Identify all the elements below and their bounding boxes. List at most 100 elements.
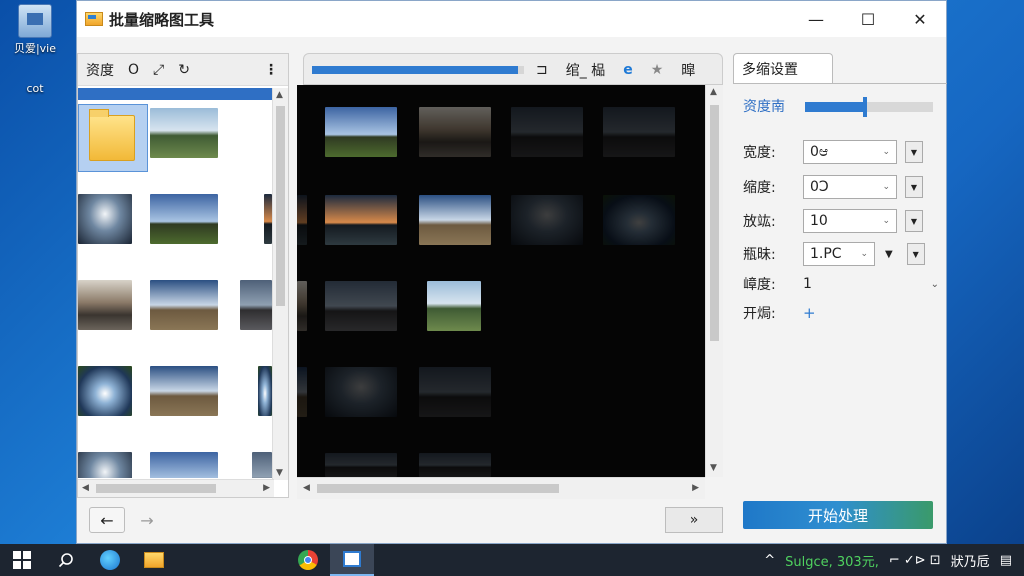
search-icon[interactable] bbox=[44, 544, 88, 576]
scroll-down-icon[interactable]: ▼ bbox=[276, 468, 283, 478]
scale-select[interactable]: 0Ↄ ⌄ bbox=[803, 175, 897, 199]
expand-icon[interactable]: ⤢ bbox=[153, 62, 164, 78]
width-select[interactable]: 0ಆ ⌄ bbox=[803, 140, 897, 164]
preview-thumbnail[interactable] bbox=[325, 367, 397, 417]
format-value: 1.PC bbox=[810, 246, 842, 262]
tab-settings[interactable]: 多缩设置 bbox=[733, 53, 833, 83]
preview-vertical-scrollbar[interactable]: ▲ ▼ bbox=[705, 85, 723, 477]
preview-horizontal-scrollbar[interactable]: ◀ ▶ bbox=[297, 477, 705, 499]
image-thumbnail[interactable] bbox=[78, 366, 132, 416]
preview-thumbnail[interactable] bbox=[511, 107, 583, 157]
clock[interactable]: 狀乃卮 bbox=[951, 551, 990, 570]
height-value[interactable]: 1 bbox=[803, 276, 812, 292]
format-dropdown-button[interactable]: ▼ bbox=[906, 243, 925, 265]
star-icon[interactable]: ★ bbox=[651, 62, 664, 78]
image-thumbnail[interactable] bbox=[258, 366, 272, 416]
image-thumbnail[interactable] bbox=[78, 452, 132, 478]
quality-slider[interactable] bbox=[805, 97, 933, 117]
preview-thumbnail[interactable] bbox=[419, 107, 491, 157]
refresh-icon[interactable]: ↻ bbox=[178, 62, 190, 78]
image-thumbnail[interactable] bbox=[78, 194, 132, 244]
taskbar: ^ Sulgce, 303元, ⌐ ✓⊳ ⊡ 狀乃卮 ▤ bbox=[0, 544, 1024, 576]
scroll-left-icon[interactable]: ◀ bbox=[82, 483, 89, 493]
thumbnail-tool-taskbar-icon[interactable] bbox=[330, 544, 374, 576]
tool-label[interactable]: 绾_ 榀 bbox=[566, 60, 605, 80]
width-value: 0ಆ bbox=[810, 144, 829, 160]
forward-button[interactable]: → bbox=[129, 507, 165, 533]
chevron-down-icon[interactable]: ⌄ bbox=[931, 279, 939, 290]
preview-thumbnail[interactable] bbox=[603, 107, 675, 157]
edge-icon[interactable] bbox=[88, 544, 132, 576]
scroll-down-icon[interactable]: ▼ bbox=[710, 463, 717, 473]
file-explorer-icon[interactable] bbox=[132, 544, 176, 576]
image-thumbnail[interactable] bbox=[150, 366, 218, 416]
scale-dropdown-button[interactable]: ▼ bbox=[905, 176, 923, 198]
start-processing-button[interactable]: 开始处理 bbox=[743, 501, 933, 529]
image-thumbnail[interactable] bbox=[264, 194, 272, 244]
scroll-left-icon[interactable]: ◀ bbox=[303, 483, 310, 493]
scroll-right-icon[interactable]: ▶ bbox=[263, 483, 270, 493]
folder-item-selected[interactable] bbox=[78, 104, 148, 172]
preview-thumbnail[interactable] bbox=[297, 195, 307, 245]
preview-toolbar: ⊐ 绾_ 榀 e ★ 暭 bbox=[303, 53, 723, 85]
setting-row-open: 开焗: + bbox=[743, 303, 816, 323]
close-button[interactable]: ✕ bbox=[894, 1, 946, 37]
scroll-thumb[interactable] bbox=[317, 484, 559, 493]
slider-handle[interactable] bbox=[862, 97, 867, 117]
height-label: 嶂度: bbox=[743, 277, 776, 293]
tray-chevron-icon[interactable]: ^ bbox=[764, 553, 775, 568]
next-page-button[interactable]: » bbox=[665, 507, 723, 533]
minimize-button[interactable]: — bbox=[790, 1, 842, 37]
tray-icons[interactable]: ⌐ ✓⊳ ⊡ bbox=[889, 553, 941, 568]
preview-thumbnail[interactable] bbox=[419, 195, 491, 245]
preview-thumbnail[interactable] bbox=[325, 453, 397, 477]
preview-thumbnail[interactable] bbox=[603, 195, 675, 245]
start-button[interactable] bbox=[0, 544, 44, 576]
preview-thumbnail[interactable] bbox=[325, 195, 397, 245]
preview-thumbnail[interactable] bbox=[511, 195, 583, 245]
zoom-dropdown-button[interactable]: ▼ bbox=[905, 210, 923, 232]
desktop-icon-computer[interactable]: 贝爱|vie cot bbox=[4, 4, 66, 96]
image-thumbnail[interactable] bbox=[150, 452, 218, 478]
format-select[interactable]: 1.PC ⌄ bbox=[803, 242, 875, 266]
image-thumbnail[interactable] bbox=[252, 452, 272, 478]
image-thumbnail[interactable] bbox=[150, 280, 218, 330]
preview-thumbnail[interactable] bbox=[419, 367, 491, 417]
image-thumbnail[interactable] bbox=[150, 108, 218, 158]
image-thumbnail[interactable] bbox=[78, 280, 132, 330]
title-bar[interactable]: 批量缩略图工具 — ☐ ✕ bbox=[77, 1, 946, 37]
scroll-up-icon[interactable]: ▲ bbox=[710, 87, 717, 97]
back-button[interactable]: ← bbox=[89, 507, 125, 533]
circle-icon[interactable]: O bbox=[128, 62, 139, 78]
chrome-icon[interactable] bbox=[286, 544, 330, 576]
scroll-thumb[interactable] bbox=[276, 106, 285, 306]
add-icon[interactable]: + bbox=[803, 304, 816, 322]
left-horizontal-scrollbar[interactable]: ◀ ▶ bbox=[78, 479, 274, 497]
progress-bar bbox=[312, 66, 524, 74]
scroll-right-icon[interactable]: ▶ bbox=[692, 483, 699, 493]
scroll-thumb[interactable] bbox=[96, 484, 216, 493]
image-thumbnail[interactable] bbox=[150, 194, 218, 244]
scroll-up-icon[interactable]: ▲ bbox=[276, 90, 283, 100]
maximize-button[interactable]: ☐ bbox=[842, 1, 894, 37]
more-icon[interactable]: ⋮ bbox=[264, 62, 278, 78]
preview-thumbnail[interactable] bbox=[297, 281, 307, 331]
file-grid bbox=[78, 88, 274, 478]
image-thumbnail[interactable] bbox=[240, 280, 272, 330]
width-dropdown-button[interactable]: ▼ bbox=[905, 141, 923, 163]
browser-icon[interactable]: e bbox=[623, 62, 633, 78]
preview-thumbnail[interactable] bbox=[427, 281, 481, 331]
tray-status-text[interactable]: Sulgce, 303元, bbox=[785, 551, 879, 570]
scroll-thumb[interactable] bbox=[710, 105, 719, 341]
setting-row-scale: 缩度: 0Ↄ ⌄ ▼ bbox=[743, 175, 923, 199]
notification-icon[interactable]: ▤ bbox=[1000, 553, 1012, 568]
preview-thumbnail[interactable] bbox=[325, 281, 397, 331]
zoom-select[interactable]: 10 ⌄ bbox=[803, 209, 897, 233]
tool-label-2[interactable]: 暭 bbox=[681, 60, 695, 80]
left-vertical-scrollbar[interactable]: ▲ ▼ bbox=[272, 88, 288, 480]
preview-thumbnail[interactable] bbox=[419, 453, 491, 477]
preview-thumbnail[interactable] bbox=[325, 107, 397, 157]
preview-thumbnail[interactable] bbox=[297, 367, 307, 417]
dropdown-arrow-icon[interactable]: ▼ bbox=[885, 249, 893, 260]
tool-bracket-icon[interactable]: ⊐ bbox=[536, 62, 548, 78]
